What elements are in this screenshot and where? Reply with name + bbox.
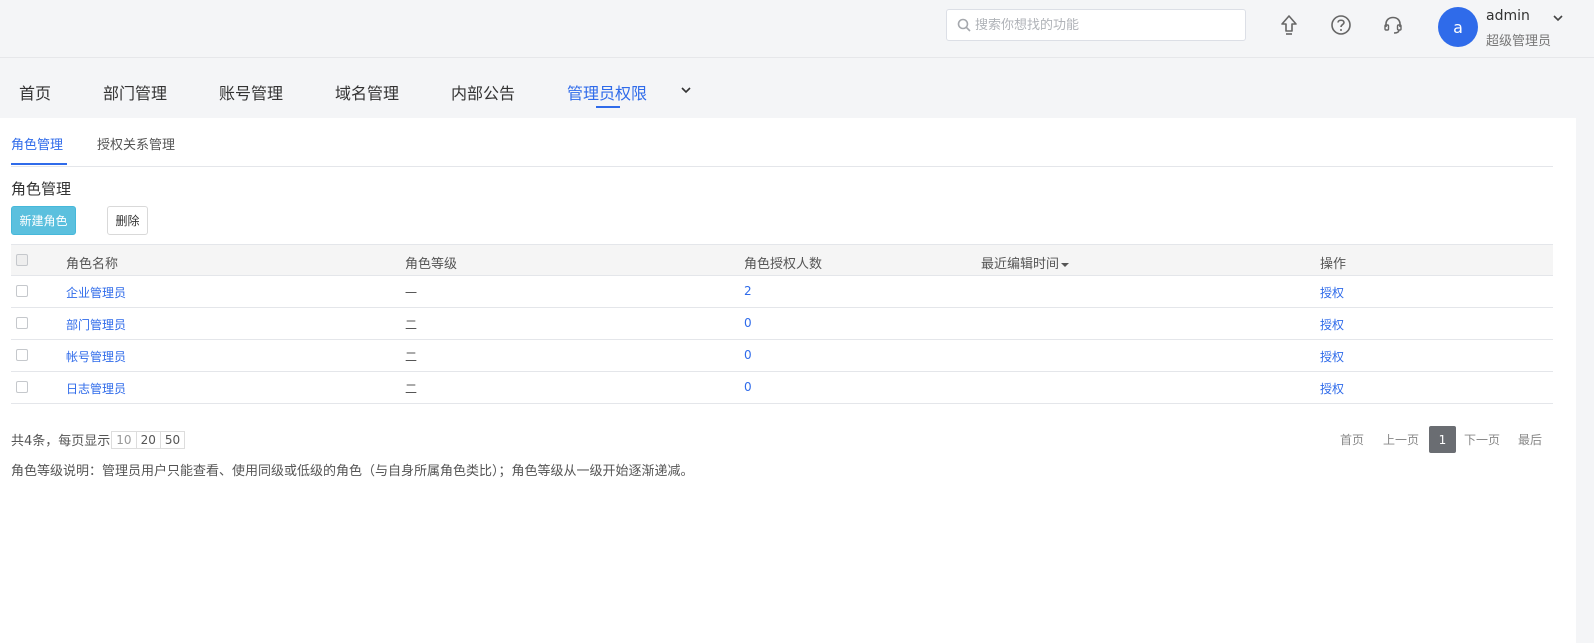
table-row: 部门管理员 二 0 授权 [11, 308, 1553, 340]
select-all-checkbox[interactable] [16, 254, 28, 266]
role-name-link[interactable]: 部门管理员 [66, 316, 126, 333]
role-level: 一 [405, 286, 418, 300]
pager-first[interactable]: 首页 [1340, 426, 1364, 454]
nav-item-accounts[interactable]: 账号管理 [219, 80, 283, 104]
role-level: 二 [405, 318, 418, 332]
avatar[interactable]: a [1438, 7, 1478, 47]
chevron-down-icon[interactable] [1552, 12, 1564, 27]
header-role-count: 角色授权人数 [744, 257, 823, 272]
user-role: 超级管理员 [1486, 34, 1552, 49]
role-level: 二 [405, 350, 418, 364]
header-role-level: 角色等级 [405, 257, 458, 272]
search-box[interactable] [946, 9, 1246, 41]
pagination-info: 共4条，每页显示 10 20 50 [11, 430, 186, 449]
table-row: 企业管理员 一 2 授权 [11, 276, 1553, 308]
delete-button[interactable]: 删除 [107, 206, 148, 235]
chevron-down-icon[interactable] [680, 84, 692, 99]
page-size-options: 10 20 50 [111, 430, 186, 449]
nav-item-departments[interactable]: 部门管理 [103, 80, 167, 104]
table-header: 角色名称 角色等级 角色授权人数 最近编辑时间 操作 [11, 244, 1553, 276]
section-title: 角色管理 [11, 180, 72, 198]
nav-item-home[interactable]: 首页 [19, 80, 51, 104]
top-bar: a admin 超级管理员 [0, 0, 1594, 58]
role-name-link[interactable]: 企业管理员 [66, 284, 126, 301]
role-level: 二 [405, 382, 418, 396]
sort-down-icon[interactable] [1061, 262, 1070, 267]
pager-current-page[interactable]: 1 [1429, 426, 1456, 453]
row-checkbox[interactable] [16, 381, 28, 393]
total-count-text: 共4条，每页显示 [11, 434, 111, 449]
nav-item-domains[interactable]: 域名管理 [335, 80, 399, 104]
pager-prev[interactable]: 上一页 [1383, 426, 1419, 454]
main-nav: 首页 部门管理 账号管理 域名管理 内部公告 管理员权限 [0, 58, 1594, 118]
role-count-link[interactable]: 0 [744, 316, 752, 330]
tab-authorization-relations[interactable]: 授权关系管理 [97, 134, 175, 153]
role-name-link[interactable]: 日志管理员 [66, 380, 126, 397]
page-size-option[interactable]: 10 [111, 430, 137, 449]
subtab-bar: 角色管理 授权关系管理 [11, 118, 1553, 167]
pager-last[interactable]: 最后 [1518, 426, 1542, 454]
nav-active-underline [596, 106, 620, 108]
page-size-option[interactable]: 50 [159, 430, 186, 449]
header-last-edited[interactable]: 最近编辑时间 [981, 253, 1070, 272]
pager-next[interactable]: 下一页 [1464, 426, 1500, 454]
role-count-link[interactable]: 0 [744, 380, 752, 394]
role-count-link[interactable]: 2 [744, 284, 752, 298]
row-checkbox[interactable] [16, 317, 28, 329]
headset-icon[interactable] [1380, 12, 1406, 38]
upload-icon[interactable] [1276, 12, 1302, 38]
authorize-link[interactable]: 授权 [1320, 380, 1344, 397]
content-panel: 角色管理 授权关系管理 角色管理 新建角色 删除 角色名称 角色等级 角色授权人… [0, 118, 1576, 643]
roles-table: 角色名称 角色等级 角色授权人数 最近编辑时间 操作 企业管理员 一 2 授权 … [11, 244, 1553, 404]
search-icon [957, 18, 971, 32]
scrollbar-track[interactable] [1576, 118, 1594, 643]
table-row: 帐号管理员 二 0 授权 [11, 340, 1553, 372]
search-input[interactable] [975, 17, 1235, 33]
row-checkbox[interactable] [16, 285, 28, 297]
tab-role-management[interactable]: 角色管理 [11, 134, 63, 153]
authorize-link[interactable]: 授权 [1320, 316, 1344, 333]
row-checkbox[interactable] [16, 349, 28, 361]
help-icon[interactable] [1328, 12, 1354, 38]
role-count-link[interactable]: 0 [744, 348, 752, 362]
role-level-note: 角色等级说明：管理员用户只能查看、使用同级或低级的角色（与自身所属角色类比）；角… [11, 464, 694, 479]
page-size-option[interactable]: 20 [135, 430, 161, 449]
nav-item-announcements[interactable]: 内部公告 [451, 80, 515, 104]
header-actions: 操作 [1320, 257, 1347, 272]
new-role-button[interactable]: 新建角色 [11, 206, 76, 235]
header-role-name: 角色名称 [66, 257, 119, 272]
header-last-edited-label: 最近编辑时间 [981, 257, 1060, 272]
table-row: 日志管理员 二 0 授权 [11, 372, 1553, 404]
subtab-active-underline [11, 163, 67, 165]
user-name[interactable]: admin [1486, 8, 1530, 24]
role-name-link[interactable]: 帐号管理员 [66, 348, 126, 365]
authorize-link[interactable]: 授权 [1320, 348, 1344, 365]
authorize-link[interactable]: 授权 [1320, 284, 1344, 301]
nav-item-admin-permissions[interactable]: 管理员权限 [567, 80, 647, 104]
